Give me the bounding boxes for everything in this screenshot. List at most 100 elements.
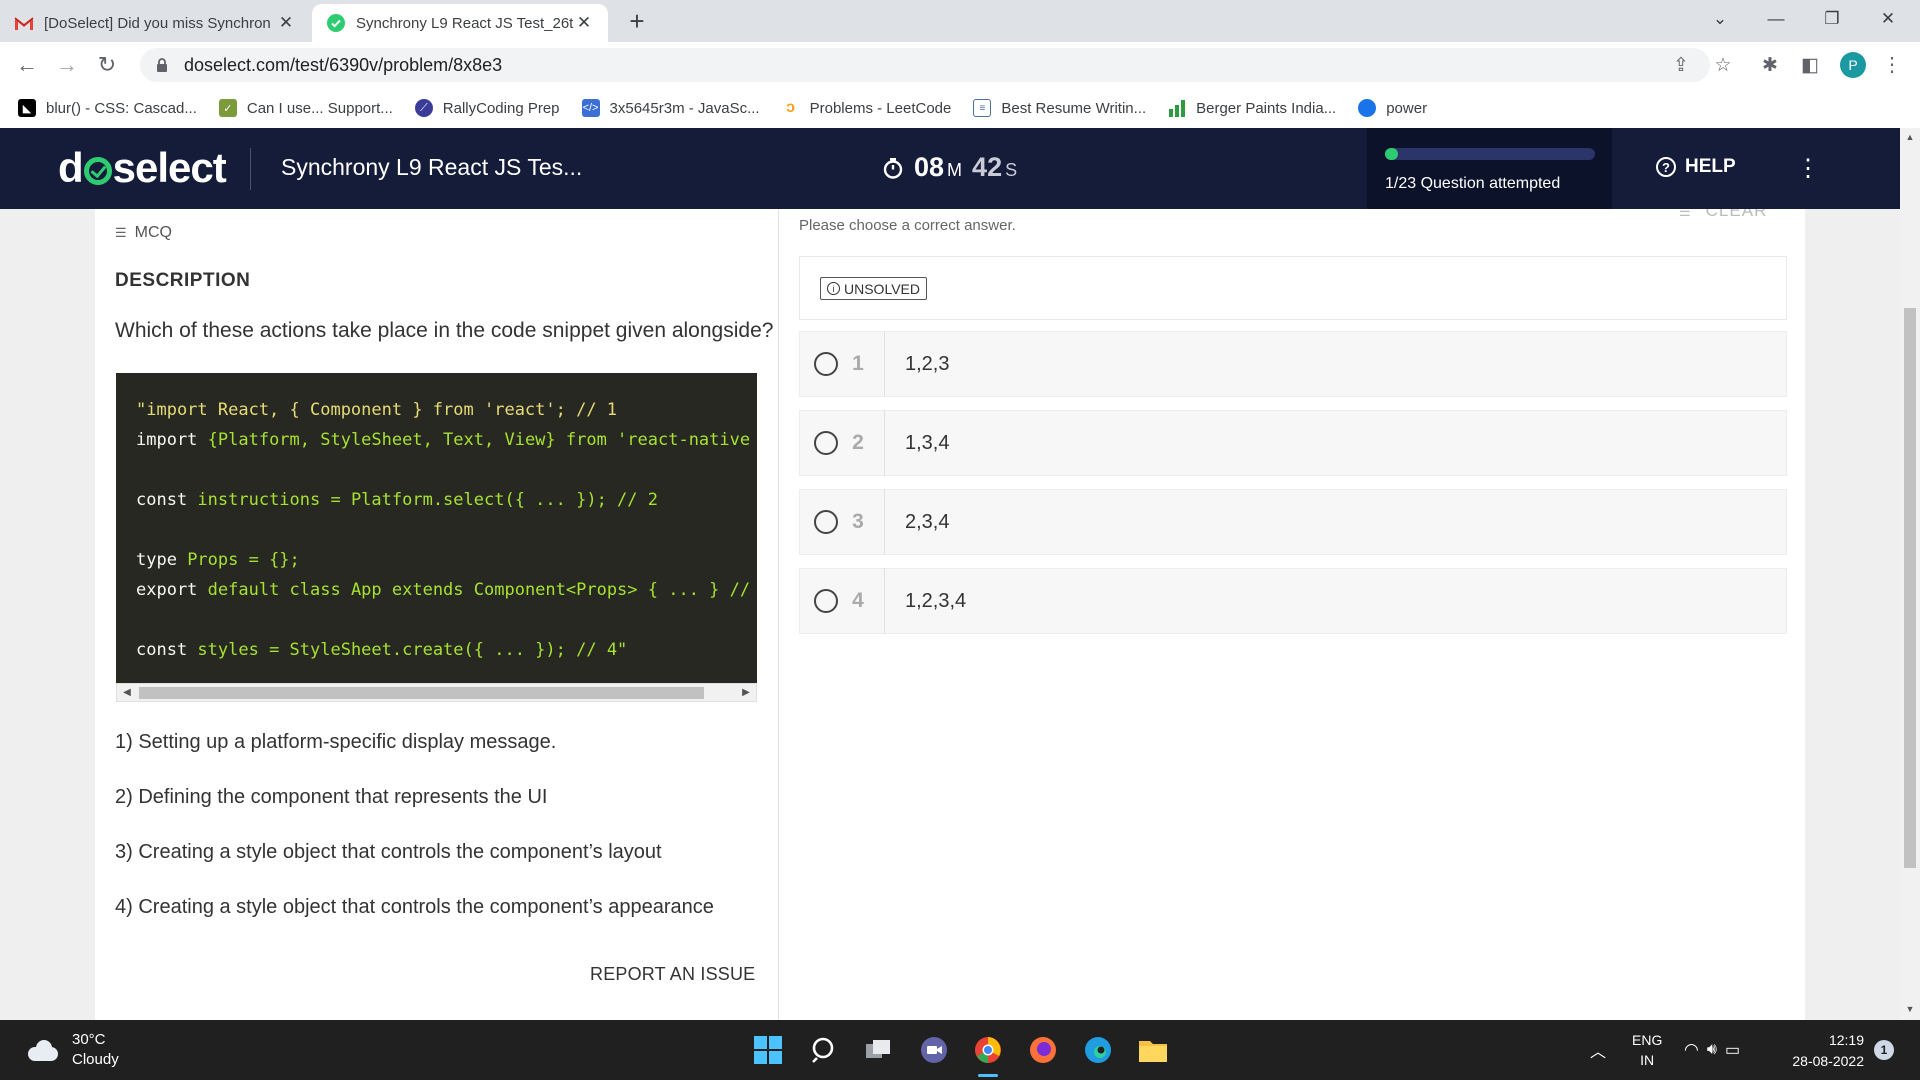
chrome-menu-icon[interactable]: ⋮	[1882, 52, 1902, 78]
minimize-icon[interactable]: —	[1748, 0, 1804, 38]
radio-button[interactable]	[814, 352, 838, 376]
search-icon[interactable]	[808, 1034, 840, 1066]
bookmark-mdn[interactable]: ◣ blur() - CSS: Cascad...	[18, 99, 197, 117]
answer-panel: ☰ CLEAR Please choose a correct answer. i…	[779, 201, 1805, 1020]
option-text: 2,3,4	[905, 510, 950, 533]
question-card: ☰ MCQ DESCRIPTION Which of these actions…	[95, 201, 1805, 1020]
notification-badge[interactable]: 1	[1874, 1040, 1894, 1060]
bookmark-berger[interactable]: Berger Paints India...	[1168, 99, 1336, 117]
code-keyword: import	[136, 430, 198, 450]
show-hidden-icons[interactable]: ︿	[1590, 1020, 1606, 1080]
code-text: styles = StyleSheet.create({ ... }); // …	[187, 640, 628, 660]
bookmark-resume[interactable]: ≡ Best Resume Writin...	[973, 99, 1146, 117]
option-4[interactable]: 4 1,2,3,4	[799, 568, 1787, 634]
tab-search-icon[interactable]: ⌄	[1692, 0, 1748, 38]
volume-icon: 🔊︎	[1706, 1041, 1717, 1058]
reload-icon[interactable]: ↻	[92, 50, 122, 80]
divider	[884, 489, 885, 555]
bookmark-leetcode[interactable]: ↄ Problems - LeetCode	[782, 99, 952, 117]
forward-icon[interactable]: →	[52, 50, 82, 80]
windows-start-icon[interactable]	[752, 1034, 784, 1066]
divider	[884, 410, 885, 476]
bookmark-power[interactable]: power	[1358, 99, 1427, 117]
mdn-icon: ◣	[18, 99, 36, 117]
system-tray[interactable]: ◠ 🔊︎ ▭	[1684, 1020, 1740, 1080]
code-snippet: "import React, { Component } from 'react…	[116, 373, 757, 683]
leetcode-icon: ↄ	[786, 99, 796, 116]
code-text: default class App extends Component<Prop…	[197, 580, 751, 600]
bookmark-jsbin[interactable]: </> 3x5645r3m - JavaSc...	[581, 99, 760, 117]
close-icon[interactable]: ✕	[276, 13, 296, 33]
question-text: Which of these actions take place in the…	[115, 319, 774, 342]
option-3[interactable]: 3 2,3,4	[799, 489, 1787, 555]
firefox-icon[interactable]	[1027, 1034, 1059, 1066]
tab-gmail[interactable]: [DoSelect] Did you miss Synchron ✕	[0, 4, 310, 42]
doselect-logo[interactable]: d select	[58, 144, 227, 192]
weather-widget[interactable]: 30°C Cloudy	[24, 1030, 119, 1070]
cloud-icon	[24, 1039, 60, 1061]
bookmark-caniuse[interactable]: ✓ Can I use... Support...	[218, 99, 393, 117]
language-code: ENG	[1632, 1032, 1663, 1048]
option-2[interactable]: 2 1,3,4	[799, 410, 1787, 476]
address-bar: ← → ↻ doselect.com/test/6390v/problem/8x…	[0, 42, 1920, 88]
option-1[interactable]: 1 1,2,3	[799, 331, 1787, 397]
code-line: const styles = StyleSheet.create({ ... }…	[116, 635, 757, 665]
language-indicator[interactable]: ENG IN	[1632, 1020, 1662, 1080]
radio-button[interactable]	[814, 589, 838, 613]
help-button[interactable]: ? HELP	[1656, 156, 1736, 178]
countdown-timer: 08 M 42 S	[882, 152, 1027, 183]
scrollbar-thumb[interactable]	[1904, 308, 1916, 868]
question-type-tag: ☰ MCQ	[115, 224, 172, 242]
clock-time: 12:19	[1828, 1032, 1864, 1048]
back-icon[interactable]: ←	[12, 50, 42, 80]
share-icon[interactable]: ⇪	[1668, 52, 1694, 78]
tab-doselect[interactable]: Synchrony L9 React JS Test_26th ✕	[312, 4, 608, 42]
radio-button[interactable]	[814, 510, 838, 534]
progress-panel[interactable]: 1/23 Question attempted	[1367, 128, 1612, 209]
scroll-down-icon[interactable]: ▼	[1904, 1004, 1916, 1016]
clock-date: 28-08-2022	[1792, 1053, 1864, 1069]
extensions-icon[interactable]: ✱	[1757, 52, 1783, 78]
more-options-icon[interactable]: ⋮	[1796, 154, 1820, 184]
radio-button[interactable]	[814, 431, 838, 455]
statement-2: 2) Defining the component that represent…	[115, 786, 548, 808]
statement-4: 4) Creating a style object that controls…	[115, 896, 714, 918]
wifi-icon: ◠	[1684, 1040, 1699, 1059]
bookmark-label: blur() - CSS: Cascad...	[46, 99, 197, 117]
star-icon[interactable]: ☆	[1710, 52, 1736, 78]
report-issue-button[interactable]: REPORT AN ISSUE	[590, 964, 755, 985]
scroll-up-icon[interactable]: ▲	[1904, 132, 1916, 144]
clock[interactable]: 12:19 28-08-2022	[1768, 1030, 1864, 1072]
statement-3: 3) Creating a style object that controls…	[115, 841, 662, 863]
caniuse-icon: ✓	[218, 99, 237, 117]
code-horizontal-scrollbar[interactable]: ◀ ▶	[116, 683, 757, 702]
tab-strip: [DoSelect] Did you miss Synchron ✕ Synch…	[0, 0, 1920, 42]
tab-title: [DoSelect] Did you miss Synchron	[44, 14, 271, 32]
new-tab-button[interactable]: +	[622, 6, 652, 36]
edge-icon[interactable]	[1082, 1034, 1114, 1066]
bookmark-label: Problems - LeetCode	[809, 99, 952, 117]
chrome-icon[interactable]	[972, 1034, 1004, 1066]
code-line: type Props = {};	[116, 545, 757, 575]
close-icon[interactable]: ✕	[574, 13, 594, 33]
chevron-up-icon: ︿	[1590, 1044, 1607, 1061]
url-field[interactable]: doselect.com/test/6390v/problem/8x8e3	[140, 48, 1710, 82]
chat-icon[interactable]	[918, 1034, 950, 1066]
status-label: UNSOLVED	[844, 280, 920, 297]
scroll-left-icon[interactable]: ◀	[120, 686, 134, 700]
restore-icon[interactable]: ❐	[1804, 0, 1860, 38]
window-close-icon[interactable]: ✕	[1860, 0, 1916, 38]
avatar[interactable]: P	[1840, 52, 1866, 78]
scrollbar-thumb[interactable]	[139, 687, 704, 699]
scroll-right-icon[interactable]: ▶	[739, 686, 753, 700]
side-panel-icon[interactable]: ◧	[1797, 52, 1823, 78]
timer-minutes-unit: M	[947, 160, 963, 180]
file-explorer-icon[interactable]	[1137, 1034, 1169, 1066]
task-view-icon[interactable]	[862, 1034, 894, 1066]
page-vertical-scrollbar[interactable]: ▲ ▼	[1900, 128, 1920, 1020]
bookmark-label: 3x5645r3m - JavaSc...	[609, 99, 760, 117]
bookmark-rallycoding[interactable]: ⟋ RallyCoding Prep	[414, 99, 560, 117]
rallycoding-icon: ⟋	[414, 99, 433, 117]
